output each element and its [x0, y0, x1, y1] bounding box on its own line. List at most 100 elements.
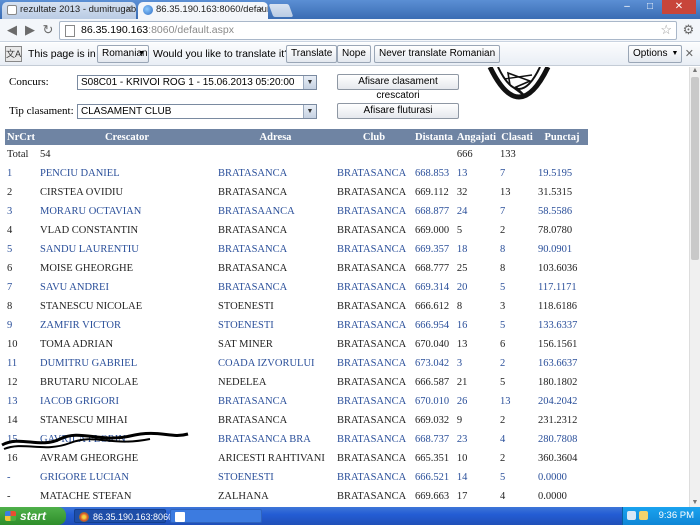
cell-clasati: 8 [500, 263, 506, 274]
cell-distanta: 669.357 [415, 244, 450, 255]
cell-club: BRATASANCA [337, 377, 407, 388]
maximize-icon[interactable]: □ [639, 0, 661, 14]
concurs-select[interactable]: S08C01 - KRIVOI ROG 1 - 15.06.2013 05:20… [77, 75, 317, 90]
cell-club: BRATASANCA [337, 472, 407, 483]
cell-adresa: BRATASANCA [218, 244, 288, 255]
cell-club: BRATASANCA [337, 244, 407, 255]
tab-title: 86.35.190.163:8060/default. [156, 4, 268, 15]
translate-button[interactable]: Translate [286, 45, 338, 63]
cell-crescator: GRIGORE LUCIAN [40, 472, 129, 483]
cell-adresa: BRATASANCA [218, 168, 288, 179]
total-clasati: 133 [500, 149, 516, 160]
system-tray: 9:36 PM [622, 507, 700, 525]
total-row: Total 54 666 133 [5, 145, 588, 164]
tip-clasament-select[interactable]: CLASAMENT CLUB ▼ [77, 104, 317, 119]
cell-adresa: BRATASANCA [218, 187, 288, 198]
cell-clasati: 7 [500, 168, 506, 179]
header-angajati: Angajati [454, 129, 499, 145]
taskbar-item-other[interactable] [170, 509, 262, 523]
never-translate-button[interactable]: Never translate Romanian [374, 45, 501, 63]
address-url[interactable]: 86.35.190.163:8060/default.aspx [81, 24, 234, 36]
cell-distanta: 669.032 [415, 415, 450, 426]
cell-club: BRATASANCA [337, 491, 407, 502]
cell-club: BRATASANCA [337, 187, 407, 198]
scroll-down-icon[interactable]: ▼ [691, 499, 699, 507]
cell-clasati: 5 [500, 320, 506, 331]
tab-close-icon[interactable]: × [258, 4, 264, 15]
cell-punctaj: 180.1802 [538, 377, 578, 388]
cell-distanta: 665.351 [415, 453, 450, 464]
cell-angajati: 21 [456, 377, 468, 388]
chevron-down-icon: ▼ [138, 50, 145, 57]
afisare-fluturasi-button[interactable]: Afisare fluturasi [337, 103, 459, 119]
tip-clasament-label: Tip clasament: [9, 105, 74, 117]
scrollbar-thumb[interactable] [691, 77, 699, 260]
wrench-icon[interactable]: ⚙ [681, 22, 696, 38]
taskbar-item-browser[interactable]: 86.35.190.163:8060/... [74, 509, 183, 523]
cell-crescator: DUMITRU GABRIEL [40, 358, 138, 369]
cell-punctaj: 90.0901 [538, 244, 573, 255]
address-bar[interactable]: 86.35.190.163:8060/default.aspx ☆ [59, 21, 677, 40]
cell-crescator: BRUTARU NICOLAE [40, 377, 139, 388]
volume-icon[interactable] [639, 511, 648, 520]
cell-clasati: 5 [500, 472, 506, 483]
start-button[interactable]: start [0, 507, 66, 525]
scroll-up-icon[interactable]: ▲ [691, 67, 699, 75]
vertical-scrollbar[interactable]: ▲ ▼ [689, 67, 700, 507]
cell-clasati: 8 [500, 244, 506, 255]
table-row: 5 SANDU LAURENTIU BRATASANCA BRATASANCA 669.… [5, 240, 588, 259]
cell-club: BRATASANCA [337, 225, 407, 236]
minimize-icon[interactable]: – [616, 0, 638, 14]
cell-nrcrt: 7 [7, 282, 13, 293]
start-label: start [20, 509, 47, 523]
network-icon[interactable] [627, 511, 636, 520]
table-row: 9 ZAMFIR VICTOR STOENESTI BRATASANCA 666.954… [5, 316, 588, 335]
cell-adresa: BRATASANCA [218, 225, 288, 236]
cell-distanta: 668.777 [415, 263, 450, 274]
cell-clasati: 5 [500, 282, 506, 293]
cell-distanta: 666.954 [415, 320, 450, 331]
table-header-row: NrCrt Crescator Adresa Club Distanta Ang… [5, 129, 589, 145]
cell-distanta: 666.587 [415, 377, 450, 388]
cell-punctaj: 0.0000 [538, 472, 567, 483]
cell-adresa: NEDELEA [218, 377, 267, 388]
translate-icon: 文A [5, 46, 22, 62]
tab-close-icon[interactable]: × [126, 4, 132, 15]
header-adresa: Adresa [216, 129, 335, 145]
header-club: Club [335, 129, 413, 145]
tab-rezultate[interactable]: rezultate 2013 - dumitrugab × [2, 2, 136, 19]
nope-button[interactable]: Nope [337, 45, 371, 63]
header-distanta: Distanta [413, 129, 455, 145]
cell-clasati: 2 [500, 225, 506, 236]
cell-punctaj: 0.0000 [538, 491, 567, 502]
concurs-value: S08C01 - KRIVOI ROG 1 - 15.06.2013 05:20… [81, 77, 295, 88]
bookmark-star-icon[interactable]: ☆ [660, 22, 672, 38]
cell-crescator: STANESCU NICOLAE [40, 301, 143, 312]
cell-nrcrt: 8 [7, 301, 13, 312]
cell-distanta: 673.042 [415, 358, 450, 369]
forward-icon[interactable]: ▶ [21, 22, 39, 39]
cell-punctaj: 117.1171 [538, 282, 577, 293]
table-row: 8 STANESCU NICOLAE STOENESTI BRATASANCA 666.… [5, 297, 588, 316]
cell-clasati: 13 [500, 187, 511, 198]
new-tab-button[interactable] [268, 4, 294, 17]
table-row: 13 IACOB GRIGORI BRATASANCA BRATASANCA 670.0… [5, 392, 588, 411]
close-window-icon[interactable]: ✕ [662, 0, 696, 14]
options-button[interactable]: Options ▼ [628, 45, 683, 63]
reload-icon[interactable]: ↻ [39, 22, 57, 39]
cell-crescator: MATACHE STEFAN [40, 491, 132, 502]
total-count: 54 [40, 149, 51, 160]
cell-punctaj: 231.2312 [538, 415, 578, 426]
cell-club: BRATASANCA [337, 415, 407, 426]
address-path: :8060/default.aspx [148, 24, 234, 36]
close-icon[interactable]: ✕ [685, 47, 694, 60]
afisare-clasament-button[interactable]: Afisare clasament crescatori [337, 74, 459, 101]
cell-distanta: 670.040 [415, 339, 450, 350]
back-icon[interactable]: ◀ [3, 22, 21, 39]
cell-adresa: STOENESTI [218, 301, 274, 312]
language-select[interactable]: Romanian ▼ [97, 45, 149, 63]
window-controls: – □ ✕ [616, 0, 696, 16]
chevron-down-icon: ▼ [303, 105, 316, 118]
tab-default-aspx[interactable]: 86.35.190.163:8060/default. × [138, 2, 268, 19]
cell-adresa: ZALHANA [218, 491, 269, 502]
